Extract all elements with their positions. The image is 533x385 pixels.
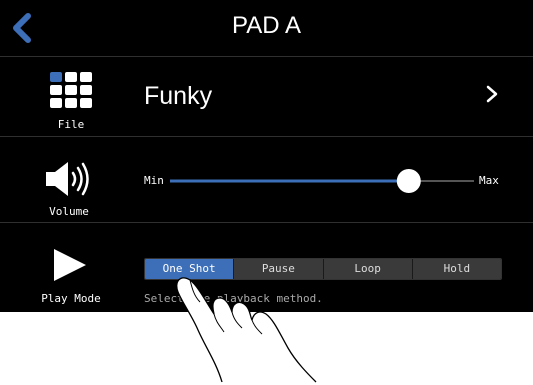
divider	[0, 56, 533, 57]
slider-max-label: Max	[479, 174, 499, 187]
file-grid-icon	[50, 72, 92, 108]
file-name: Funky	[144, 82, 213, 110]
hand-pointer	[176, 277, 317, 383]
speaker-icon	[46, 162, 89, 196]
divider	[0, 136, 533, 137]
play-mode-label: Play Mode	[41, 292, 101, 305]
slider-min-label: Min	[144, 174, 164, 187]
volume-slider-knob[interactable]	[396, 169, 421, 193]
play-mode-option-hold[interactable]: Hold	[411, 259, 501, 279]
chevron-right-icon[interactable]	[482, 82, 502, 106]
play-icon	[54, 249, 86, 281]
volume-label: Volume	[49, 205, 89, 218]
page-title: PAD A	[232, 12, 301, 39]
volume-slider[interactable]	[170, 167, 474, 195]
divider	[0, 222, 533, 223]
file-label: File	[57, 118, 85, 131]
